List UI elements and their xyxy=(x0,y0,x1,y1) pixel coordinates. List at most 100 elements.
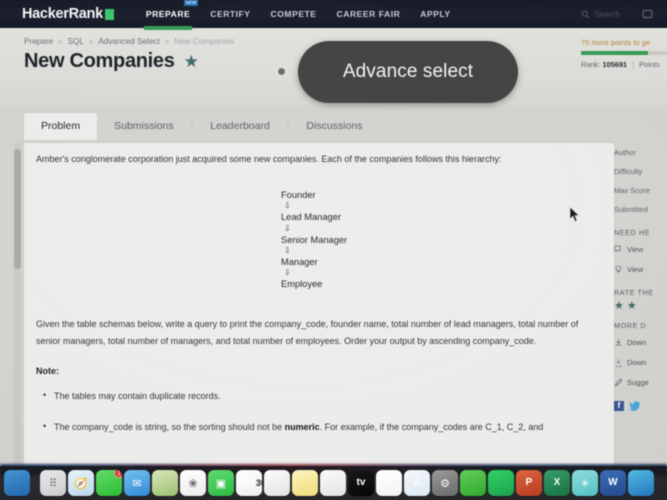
dock-app-label: tv xyxy=(356,477,366,488)
meta-submitted: Submitted xyxy=(614,205,648,214)
scrollbar-thumb[interactable] xyxy=(14,149,21,269)
dock-app-wechat[interactable] xyxy=(460,470,486,496)
nav-links: PREPARE NEW CERTIFY COMPETE CAREER FAIR … xyxy=(136,0,461,30)
list-item: The company_code is string, so the sorti… xyxy=(43,420,602,433)
star-icon-1[interactable]: ★ xyxy=(614,301,624,312)
dock-app-messages[interactable]: 1 xyxy=(96,470,122,496)
dock-app-excel[interactable]: X xyxy=(544,470,570,496)
sidebar-link-view-discussions[interactable]: View xyxy=(614,239,667,259)
search-icon xyxy=(581,10,590,18)
sidebar-link-label: Down xyxy=(627,337,647,347)
dock-app-powerpoint[interactable]: P xyxy=(516,470,542,496)
content-scrollbar[interactable] xyxy=(14,143,21,495)
breadcrumb-item-advanced-select[interactable]: Advanced Select xyxy=(98,37,159,46)
pencil-icon xyxy=(614,378,623,386)
nav-right-group: Search xyxy=(581,0,653,28)
breadcrumb-item-sql[interactable]: SQL xyxy=(68,37,84,46)
problem-task-paragraph: Given the table schemas below, write a q… xyxy=(36,318,579,347)
dock-app-glyph: N xyxy=(385,477,393,489)
points-message: 70 more points to ge xyxy=(581,38,651,47)
dock-app-system-preferences[interactable]: ⚙ xyxy=(432,470,458,496)
dock-app-spotify[interactable] xyxy=(488,470,514,496)
breadcrumb-separator: > xyxy=(164,37,170,46)
nav-item-career-fair[interactable]: CAREER FAIR xyxy=(327,0,411,28)
dock-app-launchpad[interactable]: ⠿ xyxy=(40,470,66,496)
nav-item-career-fair-label: CAREER FAIR xyxy=(336,9,401,19)
macos-dock: ⠿ 🧭 1 ✉ ❀ ▣ AUG30 tv N A ⚙ P X ✳ W xyxy=(0,466,667,500)
dock-app-label: X xyxy=(553,477,561,488)
nav-item-compete[interactable]: COMPETE xyxy=(261,0,327,28)
rating-stars[interactable]: ★ ★ xyxy=(614,301,667,312)
hierarchy-level-manager: Manager xyxy=(281,257,318,268)
advance-select-overlay[interactable]: Advance select xyxy=(298,41,518,103)
brand-square-icon xyxy=(104,9,114,20)
dock-app-finder[interactable] xyxy=(4,470,30,496)
dock-app-news[interactable]: N xyxy=(376,470,402,496)
breadcrumb-item-prepare[interactable]: Prepare xyxy=(24,37,53,46)
dock-app-sparkle-app[interactable]: ✳ xyxy=(572,470,598,496)
points-label: Points xyxy=(639,60,660,69)
rank-row: Rank: 105691 | Points xyxy=(581,60,667,69)
new-badge: NEW xyxy=(183,0,199,6)
dock-app-photos[interactable]: ❀ xyxy=(180,470,206,496)
dock-app-safari[interactable]: 🧭 xyxy=(68,470,94,496)
dock-app-notes[interactable] xyxy=(292,470,318,496)
dock-app-contacts[interactable] xyxy=(264,470,290,496)
tab-discussions[interactable]: Discussions xyxy=(289,113,379,140)
breadcrumb: Prepare > SQL > Advanced Select > New Co… xyxy=(24,37,234,46)
sidebar-link-suggest-edit[interactable]: Sugge xyxy=(614,372,667,392)
dock-app-glyph: ⚙ xyxy=(440,477,450,490)
note-2-text-post: . For example, if the company_codes are … xyxy=(319,422,544,432)
sidebar-link-download-1[interactable]: Down xyxy=(614,332,667,352)
dock-app-thunderbird[interactable] xyxy=(628,470,654,496)
dock-app-word[interactable]: W xyxy=(600,470,626,496)
hierarchy-list: Founder ⇩ Lead Manager ⇩ Senior Manager … xyxy=(281,190,602,289)
dock-app-glyph: 🧭 xyxy=(74,477,88,490)
tab-submissions[interactable]: Submissions xyxy=(97,113,191,140)
star-icon-2[interactable]: ★ xyxy=(627,301,637,312)
dock-app-app-store[interactable]: A xyxy=(404,470,430,496)
problem-lead-paragraph: Amber's conglomerate corporation just ac… xyxy=(36,154,502,164)
sidebar-link-label: View xyxy=(627,244,644,254)
nav-item-prepare[interactable]: PREPARE NEW xyxy=(136,0,200,30)
sidebar-link-label: Sugge xyxy=(627,377,649,387)
problem-meta-sidebar: Author Difficulty Max Score Submitted NE… xyxy=(614,143,667,495)
mouse-cursor xyxy=(569,206,580,222)
nav-item-certify[interactable]: CERTIFY xyxy=(200,0,260,28)
twitter-icon[interactable] xyxy=(629,400,640,411)
sidebar-link-view-topics[interactable]: View xyxy=(614,259,667,279)
dock-app-apple-tv[interactable]: tv xyxy=(348,470,374,496)
dock-app-maps[interactable] xyxy=(152,470,178,496)
overlay-label: Advance select xyxy=(342,61,474,82)
discussions-icon xyxy=(614,245,621,252)
points-progress-bar xyxy=(581,51,667,55)
dock-app-reminders[interactable] xyxy=(320,470,346,496)
star-icon[interactable]: ★ xyxy=(184,53,199,70)
facebook-icon[interactable]: f xyxy=(614,400,624,411)
meta-author: Author xyxy=(614,148,637,157)
brand-name: HackerRank xyxy=(22,6,103,22)
dock-app-calendar[interactable]: AUG30 xyxy=(236,470,262,496)
page-title: New Companies ★ xyxy=(24,50,199,73)
dock-app-mail[interactable]: ✉ xyxy=(124,470,150,496)
down-arrow-icon: ⇩ xyxy=(284,246,291,256)
rate-heading: RATE THE xyxy=(614,288,654,297)
note-list: The tables may contain duplicate records… xyxy=(36,389,602,433)
rank-value: 105691 xyxy=(602,60,628,69)
note-1-text: The tables may contain duplicate records… xyxy=(54,390,221,401)
hierarchy-level-senior-manager: Senior Manager xyxy=(281,234,348,245)
hackerrank-logo[interactable]: HackerRank xyxy=(22,6,114,22)
search-input[interactable]: Search xyxy=(581,10,620,19)
points-progress-widget: 70 more points to ge Rank: 105691 | Poin… xyxy=(581,38,667,69)
dock-app-label: 30 xyxy=(255,477,262,488)
down-arrow-icon: ⇩ xyxy=(284,268,291,278)
nav-item-apply[interactable]: APPLY xyxy=(410,0,460,28)
sidebar-link-download-2[interactable]: Down xyxy=(614,352,667,372)
nav-item-prepare-label: PREPARE xyxy=(145,9,191,19)
screen-capture: HackerRank PREPARE NEW CERTIFY COMPETE C… xyxy=(0,0,667,500)
dock-app-label: W xyxy=(608,477,618,488)
chat-bubble-icon[interactable] xyxy=(642,9,653,20)
dock-app-facetime[interactable]: ▣ xyxy=(208,470,234,496)
tab-leaderboard[interactable]: Leaderboard xyxy=(193,113,287,140)
tab-problem[interactable]: Problem xyxy=(24,113,98,140)
